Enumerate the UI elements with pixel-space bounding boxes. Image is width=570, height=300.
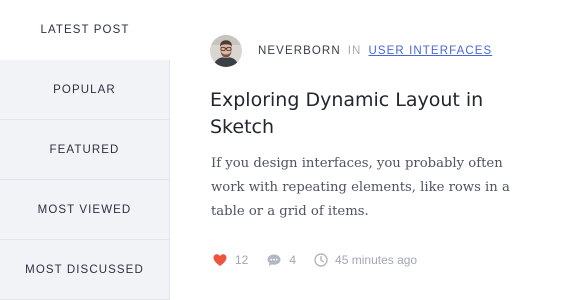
sidebar-item-most-discussed[interactable]: MOST DISCUSSED (0, 240, 170, 300)
sidebar-item-label: FEATURED (49, 143, 120, 156)
sidebar-item-latest-post[interactable]: LATEST POST (0, 0, 170, 60)
category-link[interactable]: USER INTERFACES (368, 45, 492, 57)
author-name[interactable]: NEVERBORN (258, 45, 341, 57)
likes-count: 12 (235, 253, 249, 267)
sidebar-item-label: POPULAR (53, 83, 116, 96)
speech-bubble-icon (266, 252, 282, 268)
post-filter-sidebar: LATEST POST POPULAR FEATURED MOST VIEWED… (0, 0, 170, 300)
sidebar-item-label: LATEST POST (40, 24, 130, 36)
post-meta-row: 12 4 45 minutes ago (212, 252, 417, 268)
sidebar-item-label: MOST VIEWED (37, 203, 132, 216)
in-connector: IN (347, 45, 362, 57)
comments-count: 4 (289, 253, 297, 267)
heart-icon (212, 252, 228, 268)
likes-button[interactable]: 12 (212, 252, 248, 268)
sidebar-item-featured[interactable]: FEATURED (0, 120, 170, 180)
comments-button[interactable]: 4 (266, 252, 296, 268)
sidebar-item-most-viewed[interactable]: MOST VIEWED (0, 180, 170, 240)
avatar[interactable] (210, 35, 242, 67)
sidebar-item-label: MOST DISCUSSED (25, 263, 144, 276)
post-time: 45 minutes ago (313, 252, 417, 268)
post-excerpt: If you design interfaces, you probably o… (211, 156, 510, 219)
clock-icon (313, 252, 329, 268)
post-author-row: NEVERBORN IN USER INTERFACES (210, 35, 492, 67)
sidebar-item-popular[interactable]: POPULAR (0, 60, 170, 120)
post-title[interactable]: Exploring Dynamic Layout in Sketch (210, 87, 540, 141)
post-time-text: 45 minutes ago (335, 253, 418, 267)
